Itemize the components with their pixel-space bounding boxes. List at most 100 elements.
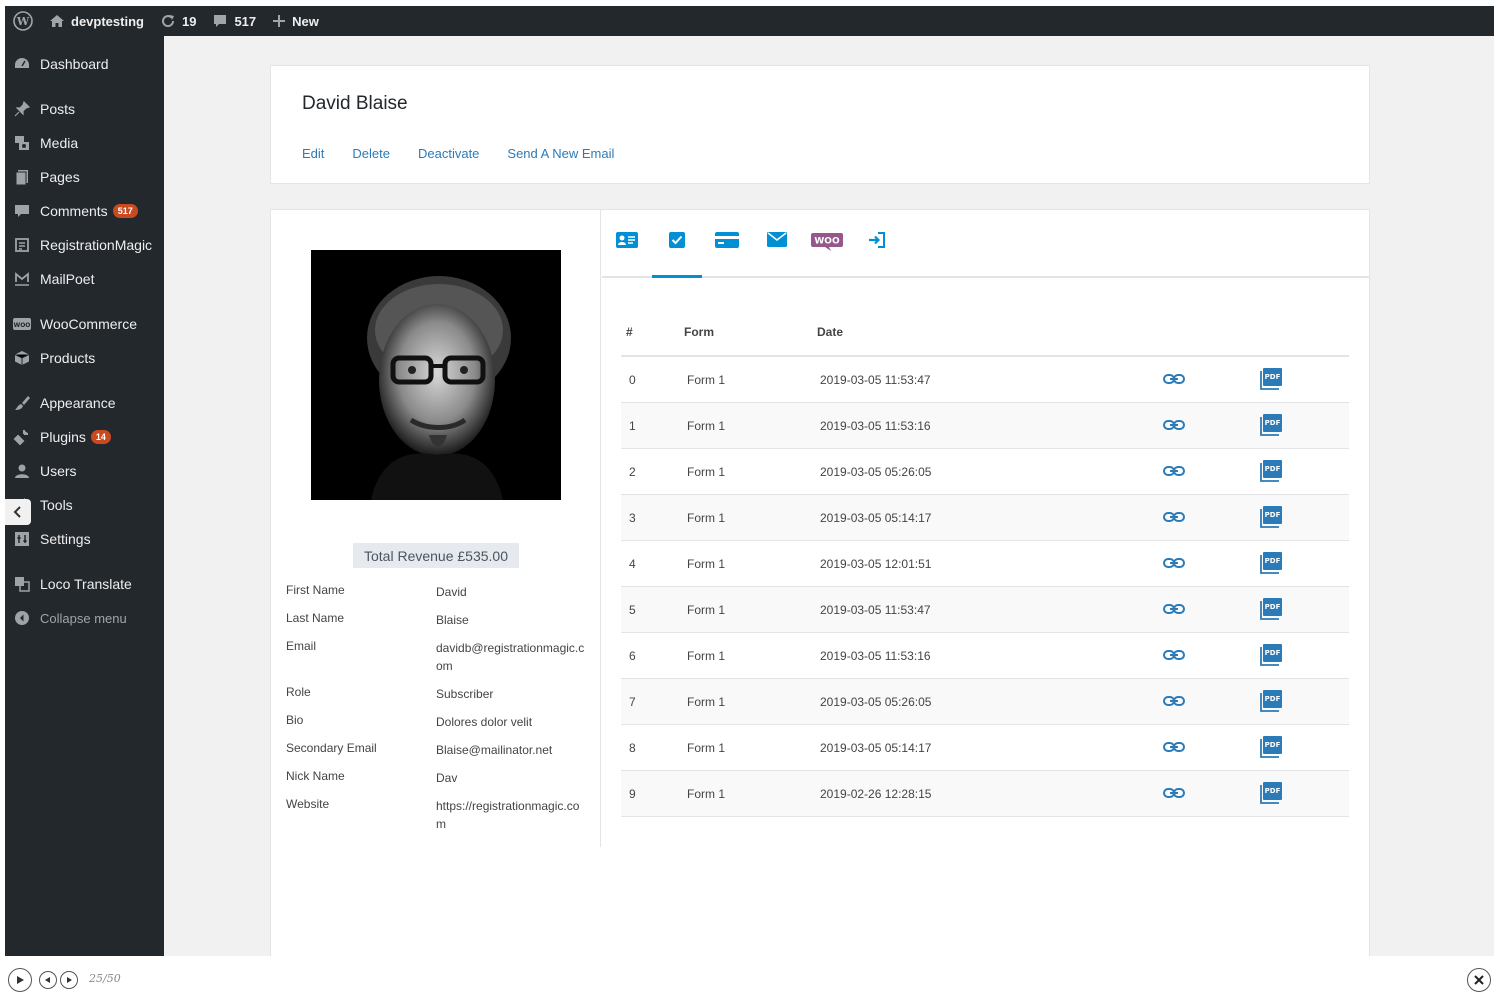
deactivate-link[interactable]: Deactivate <box>418 146 479 161</box>
pdf-icon[interactable]: PDF <box>1260 690 1282 715</box>
next-button[interactable] <box>60 971 78 989</box>
envelope-icon <box>767 232 787 247</box>
sidebar-item-media[interactable]: Media <box>5 126 164 160</box>
comments-count: 517 <box>234 13 257 29</box>
user-detail-card: Total Revenue £535.00 First Name David L… <box>270 209 1370 956</box>
pdf-icon[interactable]: PDF <box>1260 506 1282 531</box>
link-icon[interactable] <box>1163 602 1185 619</box>
row-form: Form 1 <box>687 419 726 433</box>
dashboard-icon <box>5 55 39 73</box>
tab-login-activity[interactable] <box>852 232 902 276</box>
field-label: Nick Name <box>286 769 345 783</box>
row-date: 2019-03-05 12:01:51 <box>820 557 932 571</box>
table-row: 3 Form 1 2019-03-05 05:14:17 PDF <box>621 495 1349 541</box>
sidebar-item-products[interactable]: Products <box>5 341 164 375</box>
pdf-icon[interactable]: PDF <box>1260 598 1282 623</box>
site-name-link[interactable]: devptesting <box>41 6 152 36</box>
tab-payments[interactable] <box>702 232 752 276</box>
table-header: # Form Date <box>621 310 1349 357</box>
table-row: 7 Form 1 2019-03-05 05:26:05 PDF <box>621 679 1349 725</box>
page-title: David Blaise <box>302 93 408 114</box>
previous-button[interactable] <box>39 971 57 989</box>
form-icon <box>5 236 39 254</box>
tab-woocommerce[interactable]: WOO <box>802 232 852 276</box>
row-date: 2019-03-05 05:26:05 <box>820 465 932 479</box>
tab-emails[interactable] <box>752 232 802 276</box>
pdf-icon[interactable]: PDF <box>1260 414 1282 439</box>
pdf-icon[interactable]: PDF <box>1260 644 1282 669</box>
link-icon[interactable] <box>1163 418 1185 435</box>
pdf-icon[interactable]: PDF <box>1260 460 1282 485</box>
row-form: Form 1 <box>687 511 726 525</box>
link-icon[interactable] <box>1163 464 1185 481</box>
send-email-link[interactable]: Send A New Email <box>507 146 614 161</box>
avatar <box>311 250 561 500</box>
link-icon[interactable] <box>1163 786 1185 803</box>
play-button[interactable] <box>8 968 32 992</box>
pdf-icon[interactable]: PDF <box>1260 368 1282 393</box>
close-button[interactable] <box>1467 968 1491 992</box>
sidebar-item-users[interactable]: Users <box>5 454 164 488</box>
pdf-icon[interactable]: PDF <box>1260 782 1282 807</box>
chevron-left-icon[interactable] <box>5 499 31 525</box>
sidebar-item-label: Posts <box>40 101 76 117</box>
row-form: Form 1 <box>687 603 726 617</box>
sidebar-item-dashboard[interactable]: Dashboard <box>5 47 164 81</box>
row-form: Form 1 <box>687 373 726 387</box>
wordpress-logo-icon[interactable]: W <box>5 6 41 36</box>
row-form: Form 1 <box>687 787 726 801</box>
sidebar-item-label: RegistrationMagic <box>40 237 153 253</box>
mailpoet-icon <box>5 270 39 288</box>
refresh-icon <box>162 15 174 28</box>
svg-text:PDF: PDF <box>1265 787 1281 795</box>
tab-user-info[interactable] <box>602 232 652 276</box>
field-email: Email davidb@registrationmagic.com <box>286 639 586 675</box>
table-row: 4 Form 1 2019-03-05 12:01:51 PDF <box>621 541 1349 587</box>
link-icon[interactable] <box>1163 648 1185 665</box>
sidebar-item-appearance[interactable]: Appearance <box>5 386 164 420</box>
comments-link[interactable]: 517 <box>204 6 264 36</box>
close-icon <box>1474 975 1484 985</box>
row-date: 2019-03-05 11:53:16 <box>820 419 931 433</box>
svg-text:PDF: PDF <box>1265 695 1281 703</box>
pdf-icon[interactable]: PDF <box>1260 552 1282 577</box>
profile-column: Total Revenue £535.00 First Name David L… <box>271 210 601 847</box>
next-icon <box>67 977 72 983</box>
row-number: 9 <box>629 787 636 801</box>
sidebar-item-label: Loco Translate <box>40 576 132 592</box>
collapse-menu-button[interactable]: Collapse menu <box>5 601 164 635</box>
table-row: 8 Form 1 2019-03-05 05:14:17 PDF <box>621 725 1349 771</box>
column-header-number: # <box>626 325 633 339</box>
updates-link[interactable]: 19 <box>152 6 204 36</box>
edit-link[interactable]: Edit <box>302 146 324 161</box>
sidebar-item-registrationmagic[interactable]: RegistrationMagic <box>5 228 164 262</box>
pdf-icon[interactable]: PDF <box>1260 736 1282 761</box>
brush-icon <box>5 394 39 412</box>
column-header-form: Form <box>684 325 714 339</box>
sidebar-item-comments[interactable]: Comments 517 <box>5 194 164 228</box>
field-website: Website https://registrationmagic.com <box>286 797 586 833</box>
row-date: 2019-02-26 12:28:15 <box>820 787 932 801</box>
row-number: 5 <box>629 603 636 617</box>
sidebar-item-plugins[interactable]: Plugins 14 <box>5 420 164 454</box>
field-label: Role <box>286 685 311 699</box>
new-content-link[interactable]: New <box>264 6 327 36</box>
field-label: Email <box>286 639 317 653</box>
sidebar-item-settings[interactable]: Settings <box>5 522 164 556</box>
sidebar-item-mailpoet[interactable]: MailPoet <box>5 262 164 296</box>
link-icon[interactable] <box>1163 694 1185 711</box>
sidebar-item-pages[interactable]: Pages <box>5 160 164 194</box>
sidebar-item-label: Settings <box>40 531 91 547</box>
sidebar-item-loco-translate[interactable]: Loco Translate <box>5 567 164 601</box>
link-icon[interactable] <box>1163 372 1185 389</box>
sidebar-item-label: WooCommerce <box>40 316 137 332</box>
new-label: New <box>292 13 319 29</box>
link-icon[interactable] <box>1163 740 1185 757</box>
sidebar-item-woocommerce[interactable]: WOO WooCommerce <box>5 307 164 341</box>
sidebar-item-posts[interactable]: Posts <box>5 92 164 126</box>
link-icon[interactable] <box>1163 510 1185 527</box>
delete-link[interactable]: Delete <box>352 146 390 161</box>
row-number: 8 <box>629 741 636 755</box>
link-icon[interactable] <box>1163 556 1185 573</box>
tab-submissions[interactable] <box>652 232 702 278</box>
